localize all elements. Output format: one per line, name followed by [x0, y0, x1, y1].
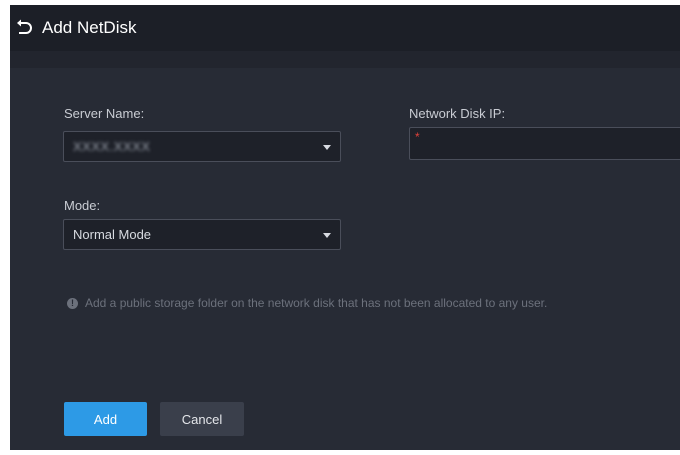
header-divider-bar — [10, 51, 680, 68]
add-button[interactable]: Add — [64, 402, 147, 436]
chevron-down-icon — [323, 145, 331, 150]
cancel-button[interactable]: Cancel — [160, 402, 244, 436]
network-disk-ip-label: Network Disk IP: — [409, 106, 506, 121]
info-hint: ! Add a public storage folder on the net… — [67, 296, 547, 310]
page-title: Add NetDisk — [42, 18, 137, 37]
required-mark: * — [415, 130, 420, 144]
server-name-value: XXXX.XXXX — [73, 139, 151, 154]
add-netdisk-panel: Add NetDisk Server Name: XXXX.XXXX Netwo… — [10, 5, 680, 450]
hint-text: Add a public storage folder on the netwo… — [85, 296, 548, 310]
server-name-select[interactable]: XXXX.XXXX — [63, 131, 341, 162]
back-arrow-icon[interactable] — [15, 18, 35, 38]
page-header: Add NetDisk — [10, 5, 680, 51]
info-icon: ! — [67, 297, 78, 309]
mode-label: Mode: — [64, 198, 101, 213]
mode-select[interactable]: Normal Mode — [63, 219, 341, 250]
mode-value: Normal Mode — [73, 227, 152, 242]
network-disk-ip-input[interactable]: * — [409, 127, 680, 160]
server-name-label: Server Name: — [64, 106, 145, 121]
chevron-down-icon — [323, 233, 331, 238]
